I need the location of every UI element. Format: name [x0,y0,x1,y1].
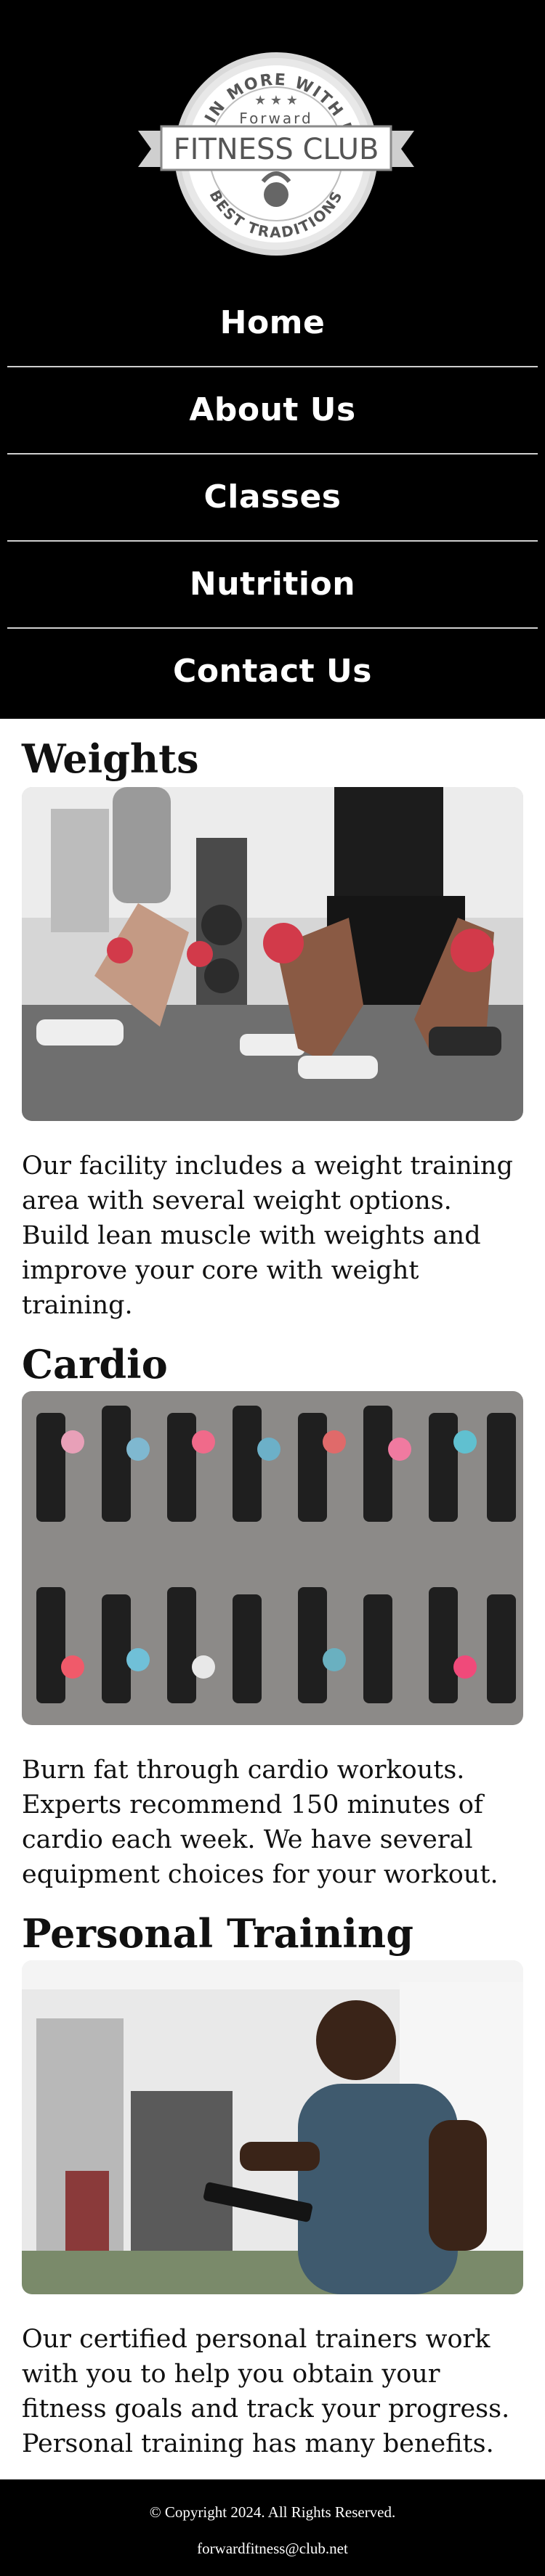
cardio-description: Burn fat through cardio workouts. Expert… [22,1756,498,1889]
nav-about-us[interactable]: About Us [7,367,538,455]
personal-training-photo [22,1960,523,2294]
logo-brand-small: Forward [239,110,312,127]
main-nav: Home About Us Classes Nutrition Contact … [7,280,538,714]
cardio-section: Cardio Burn fat through cardio workouts.… [22,1323,523,1892]
weights-section: Weights Our facility includes a weight t… [22,719,523,1323]
svg-text:★ ★ ★: ★ ★ ★ [254,93,298,108]
fitness-club-logo[interactable]: GAIN MORE WITH US ★ ★ ★ Forward FITNESS … [138,45,414,263]
nav-nutrition[interactable]: Nutrition [7,542,538,629]
personal-training-description: Our certified personal trainers work wit… [22,2325,510,2458]
nav-home[interactable]: Home [7,280,538,367]
personal-training-title: Personal Training [22,1910,413,1957]
logo-brand-main: FITNESS CLUB [174,133,379,166]
cardio-photo [22,1391,523,1725]
personal-training-section: Personal Training Our certified personal… [22,1892,523,2461]
weights-description: Our facility includes a weight training … [22,1152,513,1320]
nav-contact-us[interactable]: Contact Us [7,629,538,714]
nav-classes[interactable]: Classes [7,455,538,542]
site-header: GAIN MORE WITH US ★ ★ ★ Forward FITNESS … [0,0,545,719]
weights-photo [22,787,523,1121]
site-footer: © Copyright 2024. All Rights Reserved. f… [0,2479,545,2576]
cardio-title: Cardio [22,1341,168,1387]
main-content: Weights Our facility includes a weight t… [0,719,545,2461]
footer-email[interactable]: forwardfitness@club.net [0,2540,545,2558]
weights-title: Weights [22,735,199,782]
copyright-text: © Copyright 2024. All Rights Reserved. [149,2503,396,2521]
